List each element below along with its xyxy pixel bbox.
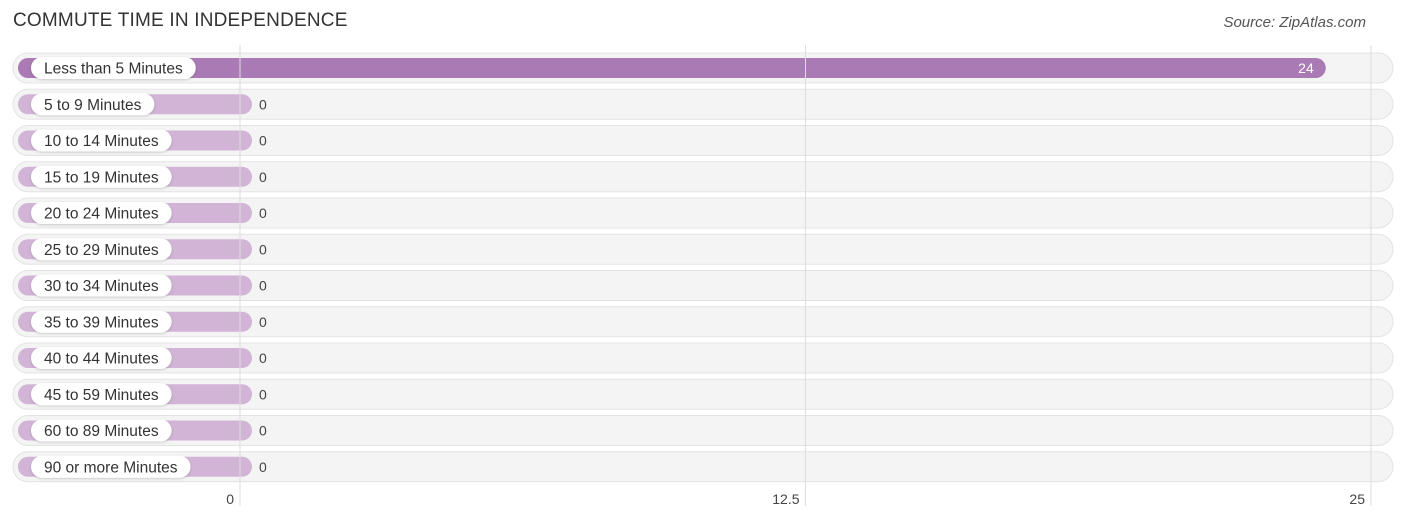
value-label: 0 <box>259 350 267 366</box>
bar-row: 15 to 19 Minutes 0 <box>12 161 1394 193</box>
category-label: 15 to 19 Minutes <box>44 169 159 186</box>
bar-row: 30 to 34 Minutes 0 <box>12 270 1394 301</box>
bar-row: 45 to 59 Minutes 0 <box>12 378 1394 410</box>
x-axis-ticks: 0 12.5 25 <box>226 491 1365 507</box>
bar[interactable] <box>18 58 1326 78</box>
bar-row: 90 or more Minutes 0 <box>12 451 1394 483</box>
value-label: 24 <box>1298 60 1314 76</box>
value-label: 0 <box>259 133 267 149</box>
bar-row: Less than 5 Minutes 24 <box>12 52 1394 84</box>
category-label: Less than 5 Minutes <box>44 61 183 78</box>
category-label: 90 or more Minutes <box>44 459 178 476</box>
bar-row: 20 to 24 Minutes 0 <box>12 197 1394 229</box>
category-label: 10 to 14 Minutes <box>44 133 159 150</box>
value-label: 0 <box>259 96 267 112</box>
value-label: 0 <box>259 314 267 330</box>
category-label: 5 to 9 Minutes <box>44 97 142 114</box>
bar-row: 10 to 14 Minutes 0 <box>12 125 1394 156</box>
category-label: 20 to 24 Minutes <box>44 206 159 223</box>
x-tick-label: 12.5 <box>772 491 799 507</box>
value-label: 0 <box>259 278 267 294</box>
bar-row: 5 to 9 Minutes 0 <box>12 88 1394 120</box>
value-label: 0 <box>259 169 267 185</box>
value-label: 0 <box>259 241 267 257</box>
category-label: 40 to 44 Minutes <box>44 351 159 368</box>
category-label: 60 to 89 Minutes <box>44 423 159 440</box>
value-label: 0 <box>259 423 267 439</box>
bar-row: 25 to 29 Minutes 0 <box>12 233 1394 265</box>
value-label: 0 <box>259 205 267 221</box>
category-label: 30 to 34 Minutes <box>44 278 159 295</box>
category-label: 25 to 29 Minutes <box>44 242 159 259</box>
x-tick-label: 25 <box>1349 491 1365 507</box>
bar-row: 40 to 44 Minutes 0 <box>12 342 1394 374</box>
value-label: 0 <box>259 459 267 475</box>
value-label: 0 <box>259 386 267 402</box>
category-label: 35 to 39 Minutes <box>44 314 159 331</box>
category-label: 45 to 59 Minutes <box>44 387 159 404</box>
bar-chart: Less than 5 Minutes 245 to 9 Minutes 010 t… <box>12 45 1394 507</box>
bar-row: 35 to 39 Minutes 0 <box>12 306 1394 338</box>
bar-rows: Less than 5 Minutes 245 to 9 Minutes 010 t… <box>12 45 1394 506</box>
x-tick-label: 0 <box>226 491 234 507</box>
bar-row: 60 to 89 Minutes 0 <box>12 415 1394 446</box>
